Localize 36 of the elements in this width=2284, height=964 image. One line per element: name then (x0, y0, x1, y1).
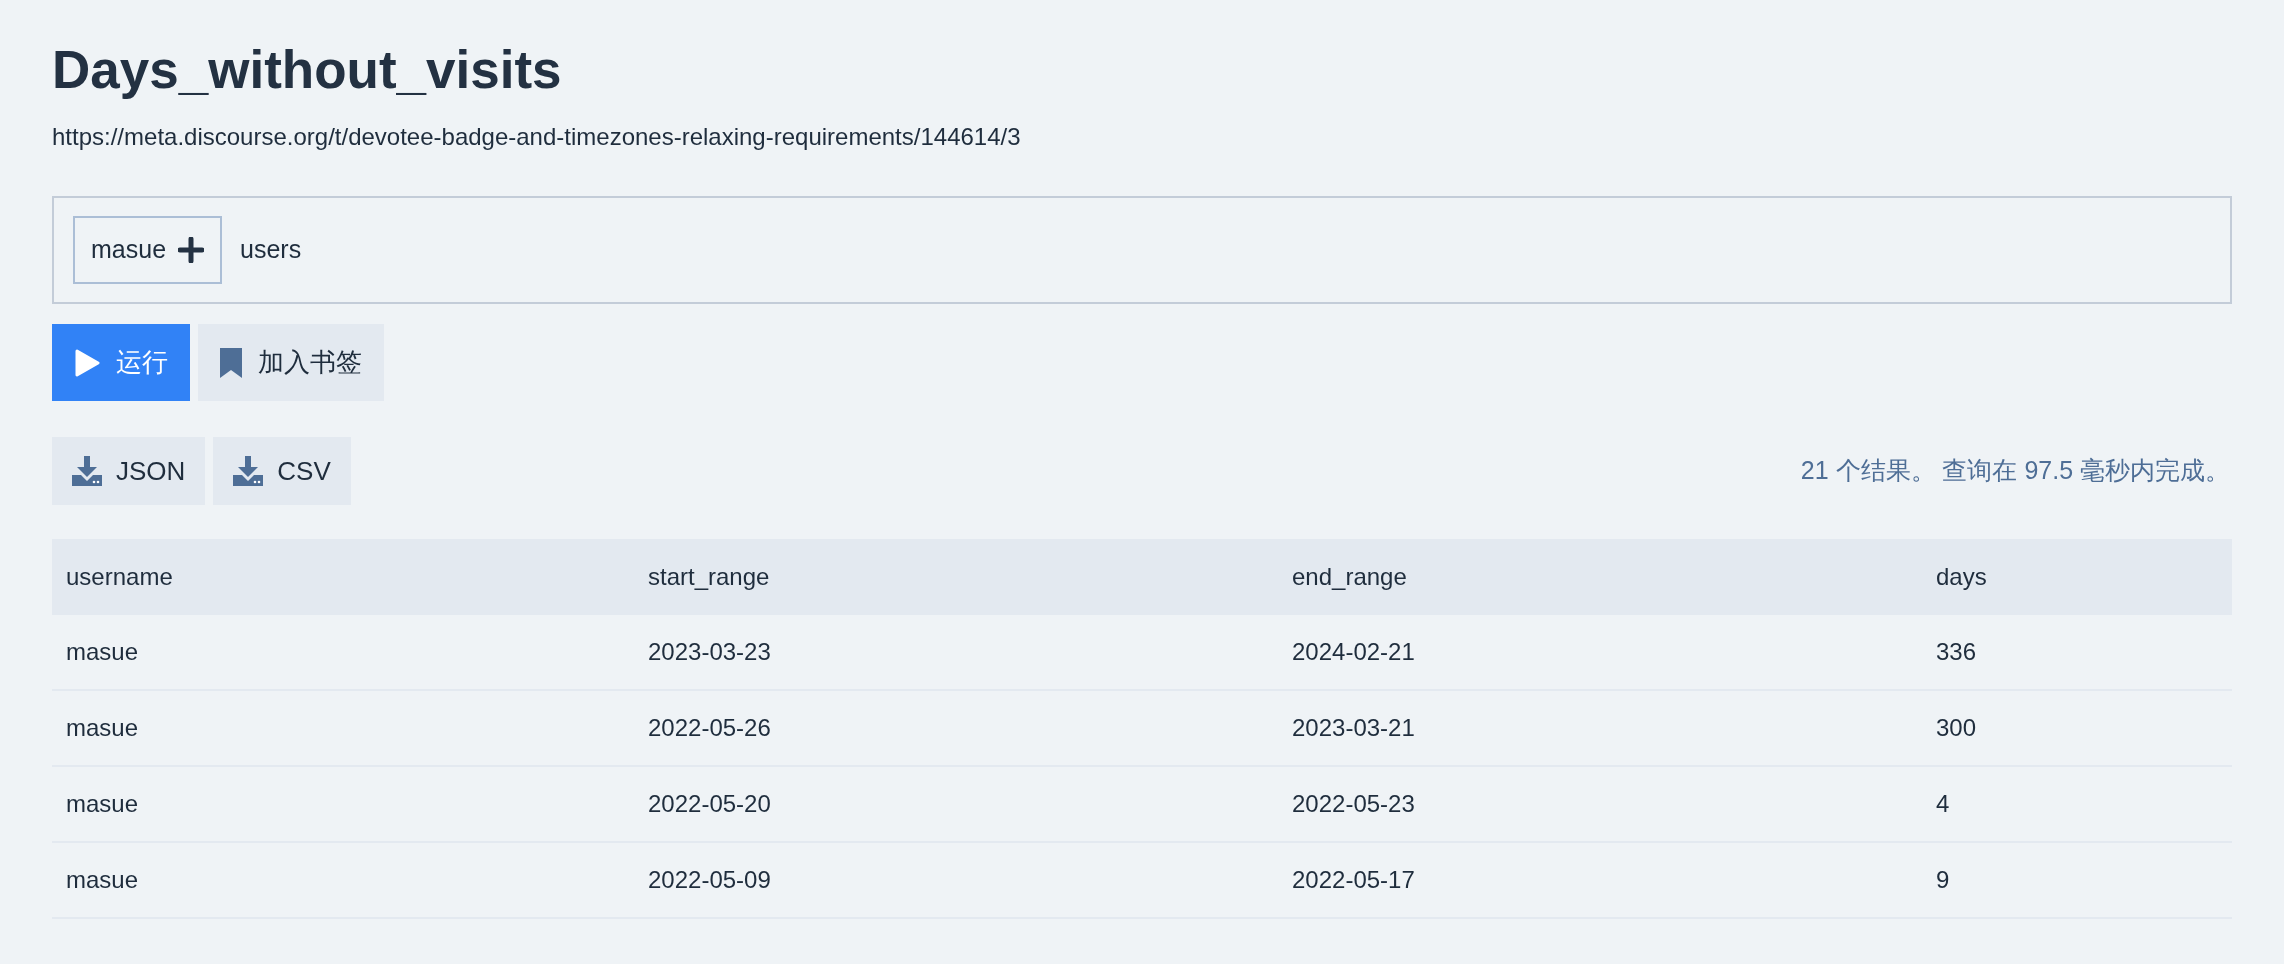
bookmark-button[interactable]: 加入书签 (198, 324, 384, 401)
table-cell: 9 (1936, 866, 1950, 893)
run-button[interactable]: 运行 (52, 324, 190, 401)
column-header: username (66, 563, 173, 590)
table-cell: 2024-02-21 (1292, 638, 1415, 665)
download-icon (233, 456, 264, 486)
column-header: days (1936, 563, 1987, 590)
table-cell: 2023-03-21 (1292, 714, 1415, 741)
table-cell: 2022-05-17 (1292, 866, 1415, 893)
column-header: start_range (648, 563, 770, 590)
result-summary: 21 个结果。 查询在 97.5 毫秒内完成。 (1800, 455, 2231, 487)
column-header: end_range (1292, 563, 1407, 590)
field-value: users (240, 234, 302, 266)
plus-icon (178, 237, 205, 263)
table-cell: 2022-05-20 (648, 790, 771, 817)
table-cell: masue (66, 790, 139, 817)
download-button[interactable]: CSV (213, 437, 351, 505)
chip-label: masue (91, 234, 167, 266)
table-cell: 300 (1936, 714, 1977, 741)
page-url: https://meta.discourse.org/t/devotee-badge-and-timezones-relaxing-requirements/144614/3 (52, 122, 1021, 152)
play-icon (74, 348, 100, 377)
table-cell: 2022-05-23 (1292, 790, 1415, 817)
parameter-field[interactable]: masue users (52, 196, 2232, 304)
table-cell: masue (66, 638, 139, 665)
table-cell: 4 (1936, 790, 1950, 817)
download-button[interactable]: JSON (52, 437, 206, 505)
table-cell: 2023-03-23 (648, 638, 771, 665)
table-cell: 2022-05-09 (648, 866, 771, 893)
user-chip[interactable]: masue (73, 216, 223, 284)
table-cell: masue (66, 714, 139, 741)
table-cell: 2022-05-26 (648, 714, 771, 741)
page-title: Days_without_visits (52, 40, 562, 100)
table-cell: masue (66, 866, 139, 893)
download-icon (72, 456, 102, 486)
bookmark-icon (220, 347, 242, 378)
table-cell: 336 (1936, 638, 1977, 665)
